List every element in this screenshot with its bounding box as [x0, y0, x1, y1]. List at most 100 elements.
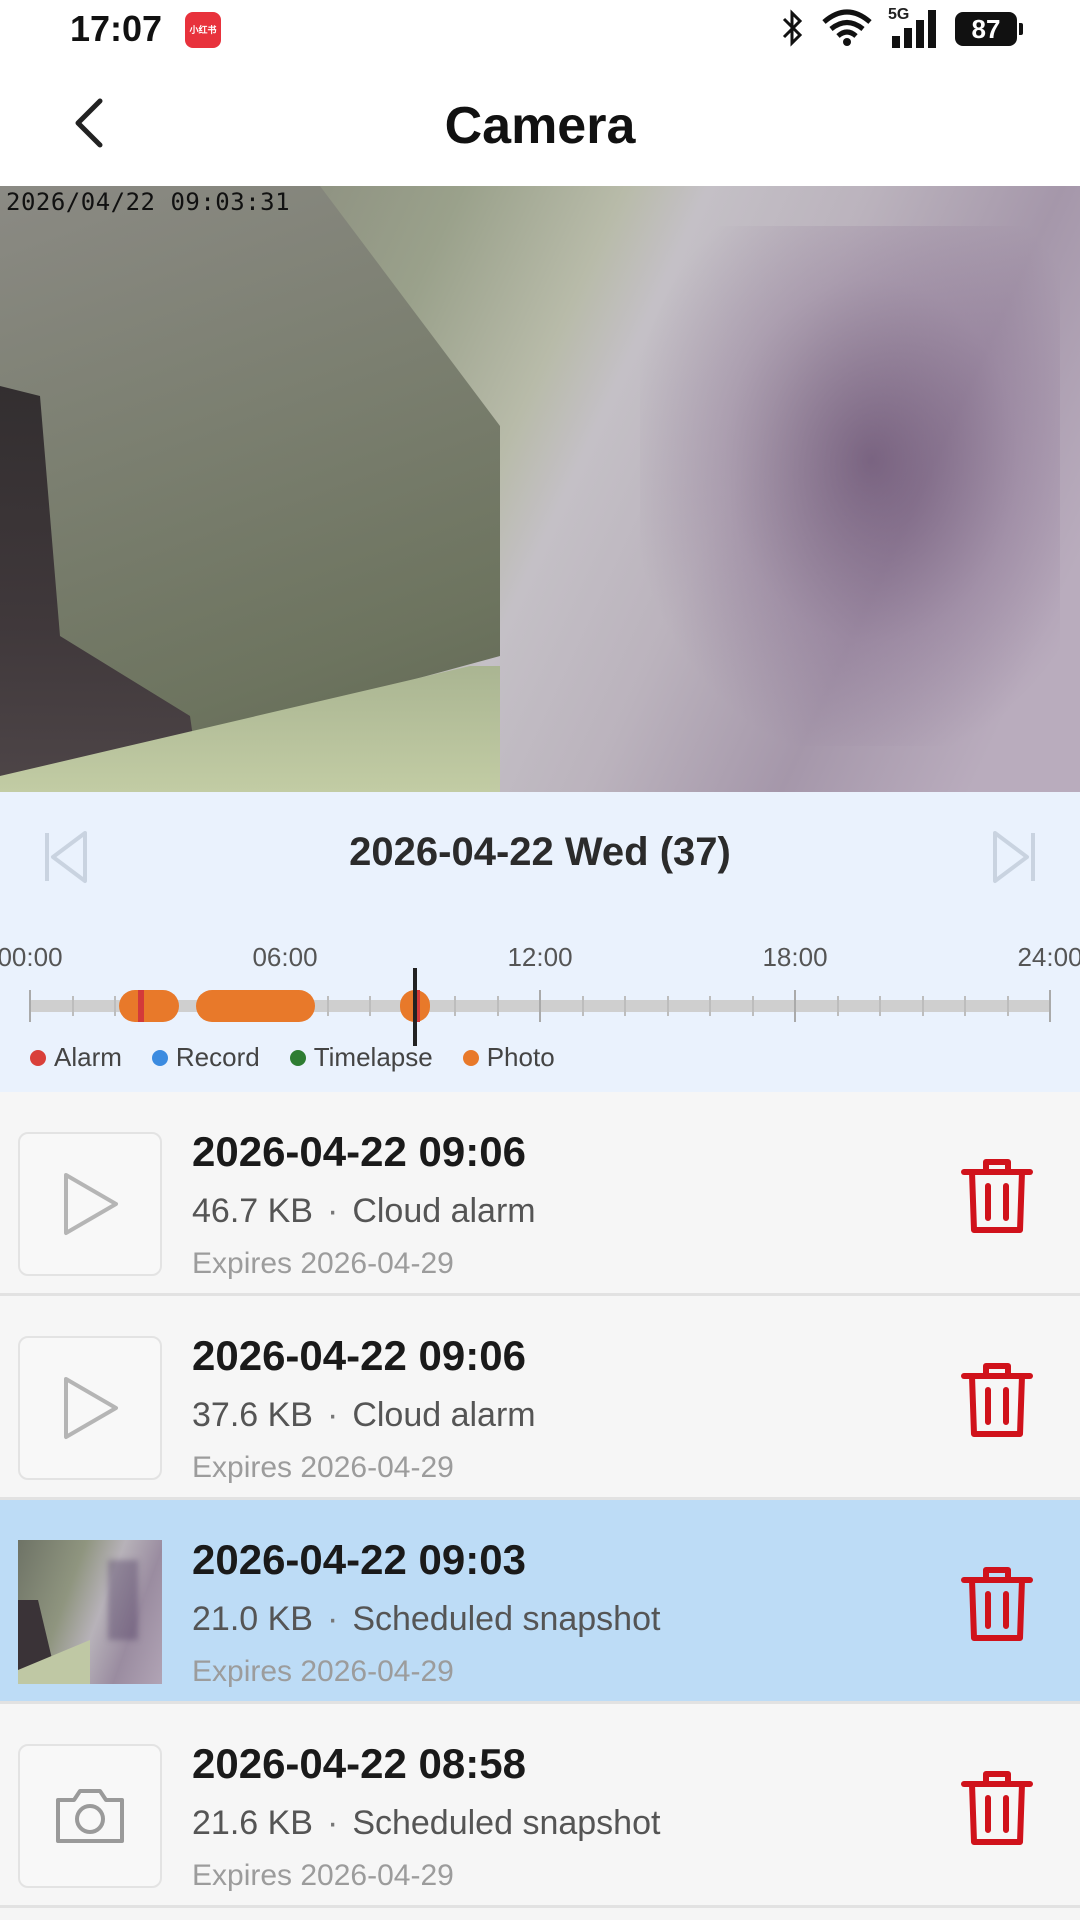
trash-icon	[961, 1567, 1033, 1641]
camera-icon	[56, 1789, 124, 1843]
timeline-tick	[1049, 990, 1051, 1022]
thumb-shape	[108, 1560, 138, 1640]
record-title: 2026-04-22 09:06	[192, 1332, 526, 1379]
record-separator: ·	[326, 1600, 339, 1638]
legend-label-photo: Photo	[486, 1042, 555, 1072]
record-kind: Cloud alarm	[352, 1396, 536, 1434]
trash-icon	[961, 1159, 1033, 1233]
timeline-tick	[581, 996, 584, 1016]
timeline-tick	[326, 996, 329, 1016]
record-row[interactable]: 2026-04-22 09:06 46.7 KB · Cloud alarm Exp…	[0, 1092, 1080, 1296]
timeline-tick	[921, 996, 924, 1016]
record-list: 2026-04-22 09:06 46.7 KB · Cloud alarm Exp…	[0, 1092, 1080, 1908]
record-row[interactable]: 2026-04-22 09:06 37.6 KB · Cloud alarm Exp…	[0, 1296, 1080, 1500]
record-kind: Scheduled snapshot	[352, 1600, 661, 1638]
legend-label-alarm: Alarm	[54, 1042, 122, 1072]
header: Camera	[0, 58, 1080, 186]
signal-icon	[892, 10, 936, 48]
timeline-tick	[879, 996, 881, 1016]
timeline-hour-label: 00:00	[0, 942, 63, 972]
timeline-tick	[114, 996, 116, 1016]
record-thumbnail[interactable]	[18, 1132, 162, 1276]
record-meta: 46.7 KB · Cloud alarm	[192, 1192, 536, 1231]
record-thumbnail[interactable]	[18, 1744, 162, 1888]
legend-item-photo: Photo	[462, 1042, 555, 1073]
record-size: 21.0 KB	[192, 1600, 313, 1638]
legend-item-alarm: Alarm	[30, 1042, 122, 1073]
timeline-tick	[71, 996, 74, 1016]
timeline-tick	[794, 990, 796, 1022]
legend-dot-photo	[462, 1049, 479, 1066]
wifi-icon	[822, 9, 872, 46]
timeline-tick	[454, 996, 456, 1016]
legend-dot-timelapse	[289, 1049, 306, 1066]
timeline-tick	[29, 990, 31, 1022]
record-thumbnail-image[interactable]	[18, 1540, 162, 1684]
delete-button[interactable]	[960, 1156, 1034, 1236]
next-day-button[interactable]	[984, 822, 1044, 892]
battery-icon: 87	[955, 12, 1023, 46]
timeline-hour-label: 12:00	[507, 942, 573, 972]
timeline-photo-segment[interactable]	[195, 990, 315, 1022]
record-separator: ·	[326, 1804, 339, 1842]
legend-label-timelapse: Timelapse	[313, 1042, 433, 1072]
timeline-photo-segment[interactable]	[119, 990, 179, 1022]
timeline-tick	[1006, 996, 1009, 1016]
record-title: 2026-04-22 09:06	[192, 1128, 526, 1175]
record-expiry: Expires 2026-04-29	[192, 1247, 454, 1280]
record-expiry: Expires 2026-04-29	[192, 1859, 454, 1892]
page-title: Camera	[444, 97, 636, 155]
timeline-tick	[709, 996, 711, 1016]
record-meta: 21.0 KB · Scheduled snapshot	[192, 1600, 660, 1639]
date-label: 2026-04-22 Wed (37)	[349, 830, 731, 874]
legend-dot-record	[151, 1049, 168, 1066]
timeline-hour-label: 24:00	[1017, 942, 1080, 972]
trash-icon	[961, 1771, 1033, 1845]
timeline-alarm-mark	[137, 990, 144, 1022]
record-row-selected[interactable]: 2026-04-22 09:03 21.0 KB · Scheduled snaps…	[0, 1500, 1080, 1704]
record-size: 46.7 KB	[192, 1192, 313, 1230]
timeline-tick	[539, 990, 541, 1022]
record-kind: Scheduled snapshot	[352, 1804, 661, 1842]
skip-next-icon	[993, 831, 1035, 883]
camera-timestamp: 2026/04/22 09:03:31	[6, 188, 291, 216]
timeline-tick	[496, 996, 499, 1016]
delete-button[interactable]	[960, 1768, 1034, 1848]
legend-item-timelapse: Timelapse	[289, 1042, 433, 1073]
timeline-tick	[369, 996, 371, 1016]
timeline-tick	[751, 996, 754, 1016]
timeline-tick	[624, 996, 626, 1016]
status-icons: 5G	[780, 0, 1080, 58]
timeline-cursor[interactable]	[412, 968, 417, 1046]
camera-player[interactable]: 2026/04/22 09:03:31	[0, 186, 1080, 792]
legend: Alarm Record Timelapse Photo	[30, 1042, 555, 1073]
app-notification-icon: 小红书	[185, 12, 221, 48]
delete-button[interactable]	[960, 1564, 1034, 1644]
play-icon	[64, 1173, 118, 1235]
camera-frame-blur	[640, 226, 1060, 746]
record-title: 2026-04-22 08:58	[192, 1740, 526, 1787]
record-thumbnail[interactable]	[18, 1336, 162, 1480]
record-size: 37.6 KB	[192, 1396, 313, 1434]
status-time: 17:07	[70, 8, 163, 49]
record-separator: ·	[326, 1192, 339, 1230]
record-expiry: Expires 2026-04-29	[192, 1655, 454, 1688]
trash-icon	[961, 1363, 1033, 1437]
timeline-scrubber[interactable]: 00:00 06:00 12:00 18:00 24:00	[0, 942, 1080, 1046]
record-meta: 21.6 KB · Scheduled snapshot	[192, 1804, 660, 1843]
record-row[interactable]: 2026-04-22 08:58 21.6 KB · Scheduled snaps…	[0, 1704, 1080, 1908]
legend-dot-alarm	[30, 1049, 46, 1066]
timeline-tick	[836, 996, 839, 1016]
record-kind: Cloud alarm	[352, 1192, 536, 1230]
timeline-tick	[666, 996, 669, 1016]
timeline-hour-label: 06:00	[252, 942, 318, 972]
delete-button[interactable]	[960, 1360, 1034, 1440]
record-title: 2026-04-22 09:03	[192, 1536, 526, 1583]
record-meta: 37.6 KB · Cloud alarm	[192, 1396, 536, 1435]
record-expiry: Expires 2026-04-29	[192, 1451, 454, 1484]
legend-item-record: Record	[151, 1042, 260, 1073]
bluetooth-icon	[782, 9, 803, 47]
timeline-tick	[964, 996, 966, 1016]
record-separator: ·	[326, 1396, 339, 1434]
legend-label-record: Record	[175, 1042, 260, 1072]
